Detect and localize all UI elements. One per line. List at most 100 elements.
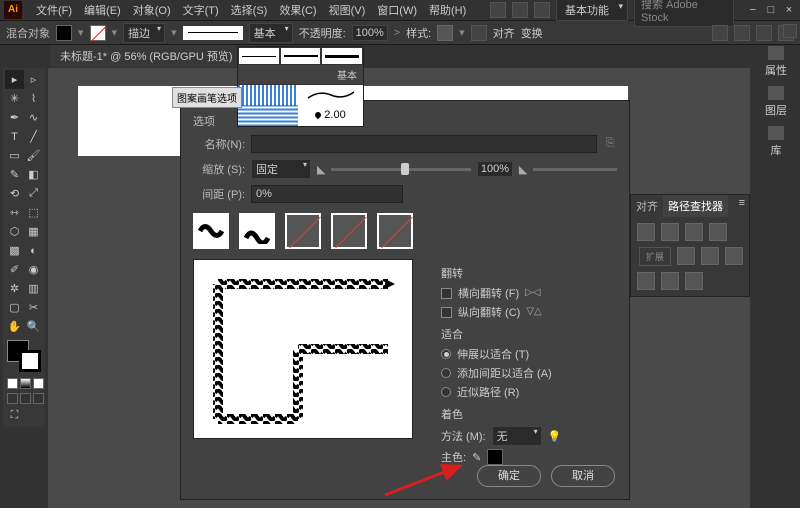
rotate-tool-icon[interactable]: ⟲ [5,184,24,203]
properties-panel-button[interactable]: 属性 [765,46,787,78]
type-tool-icon[interactable]: T [5,127,24,146]
menu-window[interactable]: 窗口(W) [371,2,423,18]
eraser-tool-icon[interactable]: ◧ [24,165,43,184]
slice-tool-icon[interactable]: ✂ [24,298,43,317]
eyedropper-tool-icon[interactable]: ✐ [5,260,24,279]
curvature-tool-icon[interactable]: ∿ [24,108,43,127]
shaper-tool-icon[interactable]: ✎ [5,165,24,184]
artboard-tool-icon[interactable]: ▢ [5,298,24,317]
unite-icon[interactable] [637,223,655,241]
outer-corner-tile[interactable] [239,213,275,249]
fit-stretch-radio[interactable] [441,349,451,359]
scale-lock-left-icon[interactable]: ◣ [317,163,325,176]
menu-help[interactable]: 帮助(H) [423,2,472,18]
draw-behind-icon[interactable] [20,393,31,404]
scale-lock-right-icon[interactable]: ◣ [519,163,527,176]
menu-type[interactable]: 文字(T) [177,2,225,18]
merge-icon[interactable] [725,247,743,265]
symbol-sprayer-tool-icon[interactable]: ✲ [5,279,24,298]
crop-icon[interactable] [637,272,655,290]
scale-mode-dropdown[interactable]: 固定 [251,159,311,179]
brush-basic-dropdown[interactable]: 基本 [249,23,293,43]
eyedropper-icon[interactable]: ✎ [472,451,481,464]
zoom-tool-icon[interactable]: 🔍 [24,317,43,336]
flip-horizontal-checkbox[interactable] [441,288,452,299]
align-to-icon[interactable] [756,25,772,41]
rectangle-tool-icon[interactable]: ▭ [5,146,24,165]
link-icon[interactable]: ⎘ [603,137,617,151]
layers-panel-button[interactable]: 图层 [765,86,787,118]
scale-value-input[interactable] [477,161,513,177]
end-tile[interactable] [377,213,413,249]
align-link[interactable]: 对齐 [493,25,515,41]
pen-tool-icon[interactable]: ✒ [5,108,24,127]
direct-selection-tool-icon[interactable]: ▹ [24,70,43,89]
scale-slider[interactable] [331,168,470,171]
inner-corner-tile[interactable] [285,213,321,249]
free-transform-tool-icon[interactable]: ⬚ [24,203,43,222]
ok-button[interactable]: 确定 [477,465,541,487]
brush-preset-2[interactable] [280,47,322,65]
key-color-swatch[interactable] [487,449,503,465]
cloud-sync-icon[interactable] [490,2,506,18]
perspective-tool-icon[interactable]: ▦ [24,222,43,241]
outline-icon[interactable] [661,272,679,290]
mesh-tool-icon[interactable]: ▩ [5,241,24,260]
pathfinder-tab[interactable]: 路径查找器 [663,195,728,217]
menu-select[interactable]: 选择(S) [225,2,274,18]
adobe-stock-search[interactable]: 搜索 Adobe Stock [634,0,734,27]
magic-wand-tool-icon[interactable]: ✳ [5,89,24,108]
draw-normal-icon[interactable] [7,393,18,404]
window-maximize-icon[interactable]: □ [764,4,778,16]
minus-back-icon[interactable] [685,272,703,290]
transform-link[interactable]: 变换 [521,25,543,41]
edit-mask-icon[interactable] [734,25,750,41]
screen-mode-icon[interactable]: ⛶ [5,406,24,425]
menu-effect[interactable]: 效果(C) [273,2,322,18]
menu-object[interactable]: 对象(O) [127,2,177,18]
spacing-input[interactable] [251,185,403,203]
calligraphic-brush-thumbnail[interactable]: 2.00 [298,85,363,126]
menu-file[interactable]: 文件(F) [30,2,78,18]
column-graph-tool-icon[interactable]: ▥ [24,279,43,298]
window-close-icon[interactable]: × [782,4,796,16]
brush-preset-1[interactable] [238,47,280,65]
fill-swatch[interactable] [56,25,72,41]
stroke-dropdown[interactable]: 描边 [123,23,165,43]
draw-inside-icon[interactable] [33,393,44,404]
window-minimize-icon[interactable]: − [746,4,760,16]
tips-icon[interactable]: 💡 [548,430,562,443]
blend-tool-icon[interactable]: ◉ [24,260,43,279]
color-mode-icon[interactable] [7,378,18,389]
stroke-profile-preview[interactable] [183,26,243,40]
scale-tool-icon[interactable]: ⤢ [24,184,43,203]
selection-tool-icon[interactable]: ▸ [5,70,24,89]
brush-preset-3[interactable] [321,47,363,65]
workspace-switcher[interactable]: 基本功能 [556,0,628,21]
colorize-method-dropdown[interactable]: 无 [492,426,542,446]
align-tab[interactable]: 对齐 [631,195,663,217]
expand-button[interactable]: 扩展 [639,247,671,266]
exclude-icon[interactable] [709,223,727,241]
recolor-icon[interactable] [471,25,487,41]
width-tool-icon[interactable]: ⇿ [5,203,24,222]
side-tile[interactable] [193,213,229,249]
stroke-swatch[interactable] [90,25,106,41]
hand-tool-icon[interactable]: ✋ [5,317,24,336]
trim-icon[interactable] [701,247,719,265]
lasso-tool-icon[interactable]: ⌇ [24,89,43,108]
minus-front-icon[interactable] [661,223,679,241]
fit-approx-radio[interactable] [441,387,451,397]
menu-edit[interactable]: 编辑(E) [78,2,127,18]
fit-space-radio[interactable] [441,368,451,378]
gpu-preview-icon[interactable] [534,2,550,18]
menu-view[interactable]: 视图(V) [323,2,372,18]
cancel-button[interactable]: 取消 [551,465,615,487]
graphic-style-swatch[interactable] [437,25,453,41]
intersect-icon[interactable] [685,223,703,241]
gradient-tool-icon[interactable]: ◐ [24,241,43,260]
stroke-color-icon[interactable] [19,350,41,372]
opacity-input[interactable] [352,25,388,41]
shape-builder-tool-icon[interactable]: ⬡ [5,222,24,241]
flip-vertical-checkbox[interactable] [441,307,452,318]
